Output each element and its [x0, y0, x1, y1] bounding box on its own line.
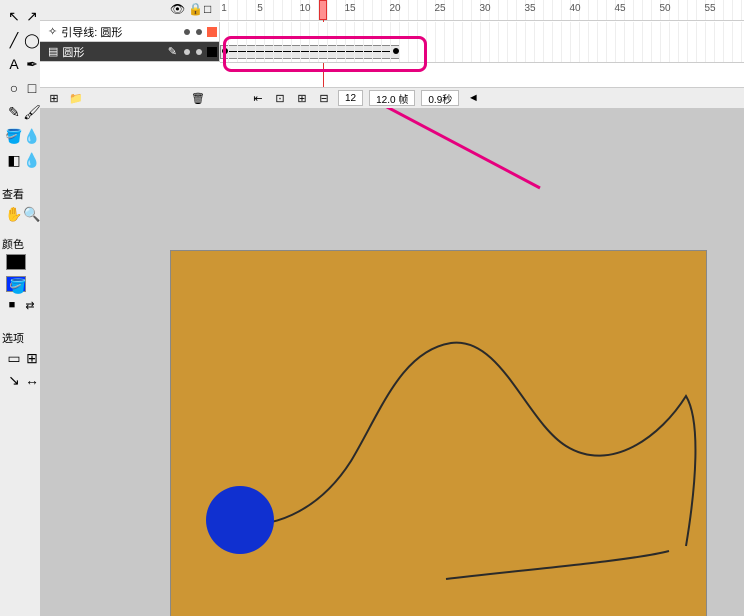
text-tool-icon[interactable]: A — [4, 54, 24, 74]
layer-outline-swatch[interactable] — [207, 47, 217, 57]
stroke-swatch[interactable]: ✎ — [4, 254, 26, 273]
zoom-tool-icon[interactable]: 🔍 — [22, 204, 42, 224]
option-4-icon[interactable]: ↔ — [22, 370, 42, 390]
layer-track-guide[interactable] — [220, 22, 744, 43]
layer-header-prefix: 👁 🔒 □ — [40, 0, 221, 21]
bucket-tool-icon[interactable]: 🪣 — [4, 126, 24, 146]
dropper-tool-icon[interactable]: 💧 — [22, 150, 42, 170]
line-tool-icon[interactable]: ╱ — [4, 30, 24, 50]
layer-name-guide[interactable]: ✧ 引导线: 圆形 — [40, 22, 220, 42]
fps-display: 12.0 帧 — [369, 90, 415, 106]
layer-label: 圆形 — [62, 44, 84, 60]
timeline-footer: ⊞ 📁 🗑 ⇤ ⊡ ⊞ ⊟ 12 12.0 帧 0.9秒 ◄ — [40, 87, 744, 108]
onion-skin-icon[interactable]: ⊡ — [272, 91, 288, 105]
ball-shape[interactable] — [206, 486, 274, 554]
lasso-tool-icon[interactable]: ◯ — [22, 30, 42, 50]
guide-layer-icon: ✧ — [48, 25, 57, 38]
option-3-icon[interactable]: ↘ — [4, 370, 24, 390]
selection-tool-icon[interactable]: ↖ — [4, 6, 24, 26]
layer-eye-dot-icon[interactable] — [184, 29, 190, 35]
subselection-tool-icon[interactable]: ↗ — [22, 6, 42, 26]
timeline-panel: 👁 🔒 □ 151015202530354045505560 ✧ 引导线: 圆形… — [40, 0, 744, 109]
layer-outline-swatch[interactable] — [207, 27, 217, 37]
layer-name-shape[interactable]: ▤ 圆形 ✎ — [40, 42, 220, 62]
timeline-ruler[interactable]: 151015202530354045505560 — [220, 0, 744, 21]
playhead-icon[interactable] — [319, 0, 327, 20]
color-panel-label: 颜色 — [2, 236, 24, 252]
center-frame-icon[interactable]: ⇤ — [250, 91, 266, 105]
view-panel-label: 查看 — [2, 186, 24, 202]
layer-track-shape[interactable] — [220, 42, 744, 63]
eraser-tool-icon[interactable]: ◧ — [4, 150, 24, 170]
layer-lock-dot-icon[interactable] — [196, 29, 202, 35]
motion-path — [171, 251, 706, 616]
layer-eye-dot-icon[interactable] — [184, 49, 190, 55]
timeline-status: ⇤ ⊡ ⊞ ⊟ 12 12.0 帧 0.9秒 ◄ — [250, 90, 481, 106]
app-root: ↖ ↗ ╱ ◯ A ✒ ○ □ ✎ 🖌 🪣 💧 ◧ 💧 查看 ✋ 🔍 颜色 ✎ … — [0, 0, 744, 616]
ink-tool-icon[interactable]: 💧 — [22, 126, 42, 146]
onion-outline-icon[interactable]: ⊞ — [294, 91, 310, 105]
layer-lock-dot-icon[interactable] — [196, 49, 202, 55]
layer-row-guide[interactable]: ✧ 引导线: 圆形 — [40, 22, 744, 42]
pencil-tool-icon[interactable]: ✎ — [4, 102, 24, 122]
pen-tool-icon[interactable]: ✒ — [22, 54, 42, 74]
delete-layer-button[interactable]: 🗑 — [190, 91, 206, 105]
eye-column-icon[interactable]: 👁 — [170, 2, 185, 16]
oval-tool-icon[interactable]: ○ — [4, 78, 24, 98]
lock-column-icon[interactable]: 🔒 — [188, 2, 203, 16]
layer-label: 引导线: 圆形 — [61, 24, 122, 40]
layer-icon: ▤ — [48, 45, 58, 58]
hand-tool-icon[interactable]: ✋ — [4, 204, 24, 224]
rect-tool-icon[interactable]: □ — [22, 78, 42, 98]
elapsed-display: 0.9秒 — [421, 90, 459, 106]
option-2-icon[interactable]: ⊞ — [22, 348, 42, 368]
new-layer-button[interactable]: ⊞ — [46, 91, 62, 105]
option-1-icon[interactable]: ▭ — [4, 348, 24, 368]
brush-tool-icon[interactable]: 🖌 — [22, 102, 42, 122]
tools-panel: ↖ ↗ ╱ ◯ A ✒ ○ □ ✎ 🖌 🪣 💧 ◧ 💧 查看 ✋ 🔍 颜色 ✎ … — [0, 0, 41, 616]
scroll-left-icon[interactable]: ◄ — [465, 91, 481, 105]
timeline-header: 👁 🔒 □ 151015202530354045505560 — [40, 0, 744, 20]
layer-row-shape[interactable]: ▤ 圆形 ✎ — [40, 42, 744, 62]
current-frame-display: 12 — [338, 90, 363, 106]
new-folder-button[interactable]: 📁 — [68, 91, 84, 105]
edit-multiple-icon[interactable]: ⊟ — [316, 91, 332, 105]
stage[interactable] — [170, 250, 707, 616]
options-panel-label: 选项 — [2, 330, 24, 346]
layer-active-pencil-icon: ✎ — [168, 45, 177, 58]
outline-column-icon[interactable]: □ — [204, 2, 211, 16]
fill-swatch[interactable]: 🪣 — [4, 276, 26, 295]
canvas-area[interactable] — [40, 108, 744, 616]
